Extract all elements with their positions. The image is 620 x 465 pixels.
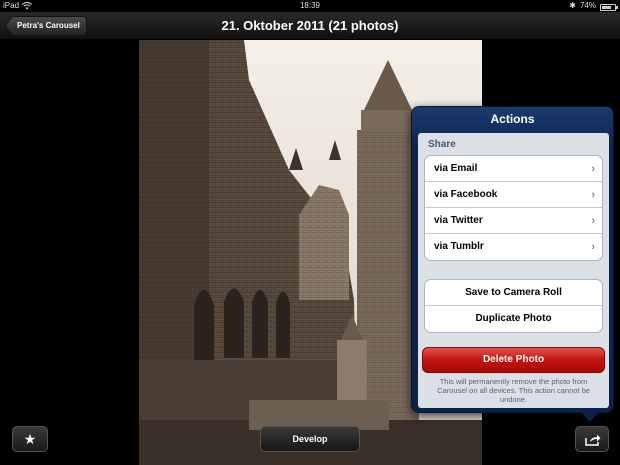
star-icon: ★ [23,431,37,447]
bluetooth-icon: ✱ [569,1,576,10]
page-title: 21. Oktober 2011 (21 photos) [221,18,399,33]
battery-icon [600,3,618,11]
popover-title: Actions [490,112,535,126]
delete-warning-text: This will permanently remove the photo f… [437,377,590,404]
share-via-facebook[interactable]: via Facebook › [425,182,602,208]
share-icon [585,434,601,446]
share-section-header: Share [428,139,456,150]
chevron-right-icon: › [591,241,595,253]
favorite-button[interactable]: ★ [12,426,48,452]
battery-percent: 74% [579,1,596,10]
share-via-tumblr[interactable]: via Tumblr › [425,234,602,260]
develop-button[interactable]: Develop [260,426,360,452]
cell-label: via Twitter [434,215,483,226]
photo-actions-group: Save to Camera Roll Duplicate Photo [424,279,603,333]
duplicate-photo-button[interactable]: Duplicate Photo [425,306,602,332]
save-to-camera-roll-button[interactable]: Save to Camera Roll [425,280,602,306]
popover-content: Share via Email › via Facebook › via Twi… [418,133,609,408]
share-button[interactable] [575,426,609,452]
popover-arrow [581,412,599,422]
navigation-bar: Petra's Carousel 21. Oktober 2011 (21 ph… [0,12,620,40]
status-right: ✱ 74% [569,0,618,12]
chevron-right-icon: › [591,163,595,175]
chevron-right-icon: › [591,189,595,201]
share-via-twitter[interactable]: via Twitter › [425,208,602,234]
actions-popover: Actions Share via Email › via Facebook ›… [411,106,614,413]
status-bar: iPad 18:39 ✱ 74% [0,0,620,12]
cell-label: via Email [434,163,478,174]
share-group: via Email › via Facebook › via Twitter ›… [424,155,603,261]
share-via-email[interactable]: via Email › [425,156,602,182]
chevron-right-icon: › [591,215,595,227]
delete-photo-button[interactable]: Delete Photo [422,347,605,373]
cell-label: via Facebook [434,189,498,200]
cell-label: via Tumblr [434,241,484,252]
status-time: 18:39 [299,1,321,10]
